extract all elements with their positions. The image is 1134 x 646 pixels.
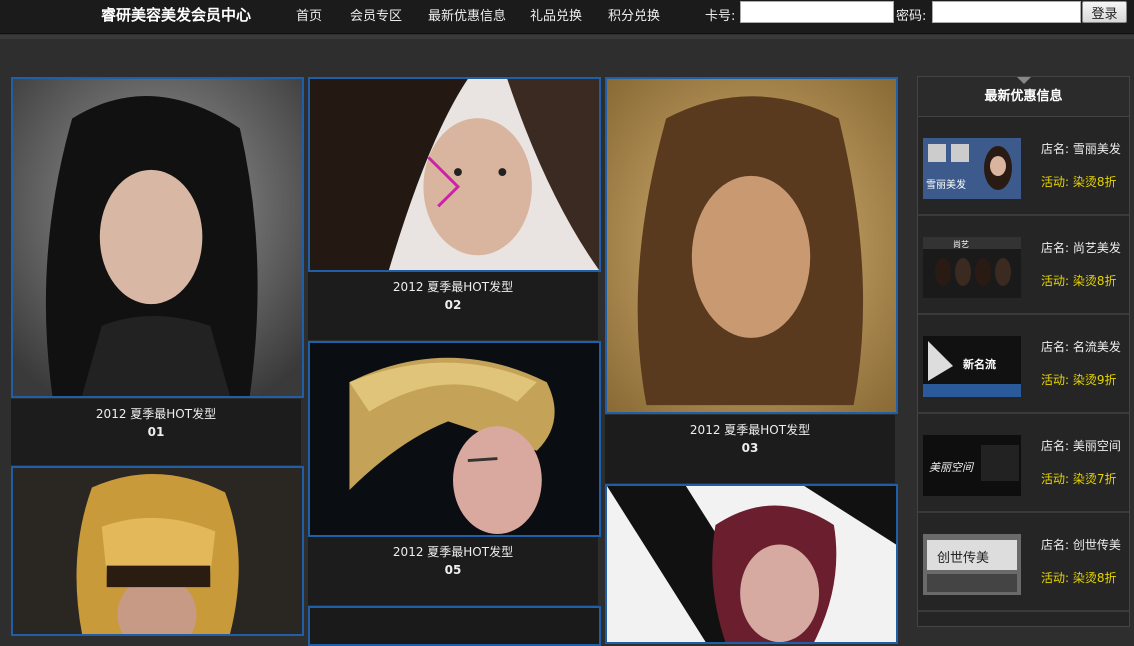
shop-image: 美丽空间	[923, 435, 1021, 496]
shop-activity: 活动: 染烫8折	[1041, 175, 1117, 189]
shop-name: 店名: 名流美发	[1041, 340, 1121, 354]
shop-thumbnail[interactable]: 新名流	[923, 336, 1021, 397]
offer-item[interactable]: 雪丽美发 店名: 雪丽美发 活动: 染烫8折	[918, 117, 1129, 216]
hairstyle-image	[13, 468, 302, 634]
caption-title: 2012 夏季最HOT发型	[392, 280, 514, 294]
shop-name: 店名: 尚艺美发	[1041, 241, 1121, 255]
hairstyle-photo-03[interactable]	[605, 77, 898, 414]
offer-item[interactable]: 美丽空间 店名: 美丽空间 活动: 染烫7折	[918, 414, 1129, 513]
caption-number: 05	[444, 563, 462, 577]
shop-name: 店名: 美丽空间	[1041, 439, 1121, 453]
shop-activity: 活动: 染烫7折	[1041, 472, 1117, 486]
caption-number: 02	[444, 298, 462, 312]
thumb-text: 新名流	[963, 357, 996, 371]
caption-number: 01	[147, 425, 165, 439]
hairstyle-image	[607, 486, 896, 642]
offer-item[interactable]: 创世传美 店名: 创世传美 活动: 染烫8折	[918, 513, 1129, 612]
thumb-text: 雪丽美发	[926, 178, 966, 191]
nav-home[interactable]: 首页	[296, 5, 322, 24]
hairstyle-image	[607, 79, 896, 412]
shop-image: 新名流	[923, 336, 1021, 397]
top-bar: 睿研美容美发会员中心 首页 会员专区 最新优惠信息 礼品兑换 积分兑换 卡号: …	[0, 0, 1134, 34]
nav-gift-exchange[interactable]: 礼品兑换	[530, 5, 582, 24]
shop-name: 店名: 创世传美	[1041, 538, 1121, 552]
hairstyle-photo-05[interactable]	[308, 341, 601, 537]
hairstyle-photo-04[interactable]	[11, 466, 304, 636]
hairstyle-image	[310, 608, 599, 644]
nav-points-exchange[interactable]: 积分兑换	[608, 5, 660, 24]
password-label: 密码:	[896, 9, 927, 24]
hairstyle-photo-06[interactable]	[605, 484, 898, 644]
thumb-text: 创世传美	[937, 551, 989, 566]
site-title: 睿研美容美发会员中心	[101, 6, 252, 24]
hairstyle-image	[310, 343, 599, 535]
hairstyle-image	[310, 79, 599, 270]
shop-activity: 活动: 染烫9折	[1041, 373, 1117, 387]
header-strip	[0, 35, 1134, 39]
sidebar-title: 最新优惠信息	[984, 89, 1063, 104]
notch-arrow-icon	[1017, 77, 1031, 84]
caption-title: 2012 夏季最HOT发型	[95, 407, 217, 421]
hairstyle-photo-02[interactable]	[308, 77, 601, 272]
hairstyle-photo-08[interactable]	[308, 606, 601, 646]
hairstyle-caption-02: 2012 夏季最HOT发型 02	[308, 272, 598, 340]
hairstyle-caption-05: 2012 夏季最HOT发型 05	[308, 537, 598, 605]
shop-activity: 活动: 染烫8折	[1041, 571, 1117, 585]
offer-item[interactable]: 新名流 店名: 名流美发 活动: 染烫9折	[918, 315, 1129, 414]
thumb-text: 尚艺	[953, 239, 969, 249]
caption-title: 2012 夏季最HOT发型	[689, 423, 811, 437]
shop-thumbnail[interactable]: 尚艺	[923, 237, 1021, 298]
thumb-text: 美丽空间	[929, 461, 975, 474]
shop-thumbnail[interactable]: 雪丽美发	[923, 138, 1021, 199]
nav-member-zone[interactable]: 会员专区	[350, 5, 402, 24]
shop-image: 尚艺	[923, 237, 1021, 298]
caption-number: 03	[741, 441, 759, 455]
shop-image: 创世传美	[923, 534, 1021, 595]
latest-offers-sidebar: 最新优惠信息 雪丽美发 店名: 雪丽美发 活动: 染烫8折 尚艺 店名: 尚艺美…	[917, 76, 1130, 627]
offer-item[interactable]: 尚艺 店名: 尚艺美发 活动: 染烫8折	[918, 216, 1129, 315]
shop-name: 店名: 雪丽美发	[1041, 142, 1121, 156]
hairstyle-caption-03: 2012 夏季最HOT发型 03	[605, 415, 895, 483]
shop-activity: 活动: 染烫8折	[1041, 274, 1117, 288]
shop-image: 雪丽美发	[923, 138, 1021, 199]
shop-thumbnail[interactable]: 美丽空间	[923, 435, 1021, 496]
card-number-label: 卡号:	[705, 9, 736, 24]
nav-latest-offers[interactable]: 最新优惠信息	[428, 5, 506, 24]
login-button[interactable]: 登录	[1082, 1, 1127, 23]
password-input[interactable]	[932, 1, 1081, 23]
hairstyle-photo-01[interactable]	[11, 77, 304, 398]
card-number-input[interactable]	[740, 1, 894, 23]
caption-title: 2012 夏季最HOT发型	[392, 545, 514, 559]
shop-thumbnail[interactable]: 创世传美	[923, 534, 1021, 595]
hairstyle-image	[13, 79, 302, 396]
sidebar-header: 最新优惠信息	[918, 77, 1129, 117]
hairstyle-caption-01: 2012 夏季最HOT发型 01	[11, 399, 301, 465]
